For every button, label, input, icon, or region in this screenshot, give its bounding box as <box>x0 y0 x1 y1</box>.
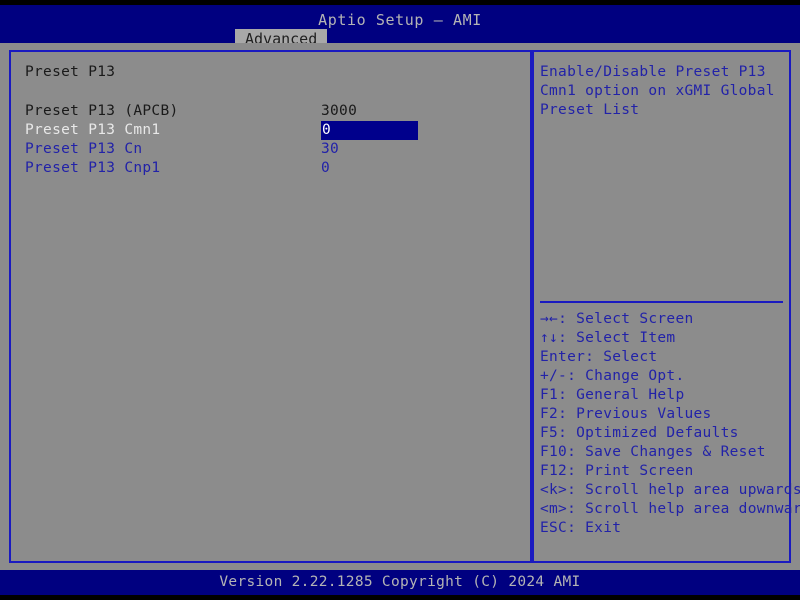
key-action: : Select Item <box>558 330 675 346</box>
setting-row[interactable]: Preset P13 Cmn1 0 <box>11 121 530 140</box>
key-legend-row: F2: Previous Values <box>540 405 790 424</box>
key-glyph: ↑↓ <box>540 330 558 346</box>
bottom-border <box>0 595 800 600</box>
key-legend-row: F10: Save Changes & Reset <box>540 443 790 462</box>
key-legend-row: <m>: Scroll help area downwards <box>540 500 790 519</box>
setting-label: Preset P13 Cmn1 <box>25 121 160 140</box>
settings-list: Preset P13 (APCB)3000Preset P13 Cmn10Pre… <box>11 102 530 178</box>
setting-label: Preset P13 Cnp1 <box>25 159 160 178</box>
setting-row[interactable]: Preset P13 (APCB) 3000 <box>11 102 530 121</box>
key-glyph: +/- <box>540 368 567 384</box>
key-legend: →←: Select Screen↑↓: Select ItemEnter: S… <box>540 310 790 538</box>
key-glyph: ESC <box>540 520 567 536</box>
setting-value[interactable]: 30 <box>321 140 339 159</box>
key-action: : General Help <box>558 387 684 403</box>
key-glyph: F1 <box>540 387 558 403</box>
key-legend-row: →←: Select Screen <box>540 310 790 329</box>
key-action: : Change Opt. <box>567 368 684 384</box>
help-panel: Enable/Disable Preset P13 Cmn1 option on… <box>532 50 791 563</box>
key-legend-row: <k>: Scroll help area upwards <box>540 481 790 500</box>
key-glyph: F12 <box>540 463 567 479</box>
key-glyph: <k> <box>540 482 567 498</box>
key-glyph: Enter <box>540 349 585 365</box>
key-legend-row: F5: Optimized Defaults <box>540 424 790 443</box>
page-title: Aptio Setup – AMI <box>0 11 800 29</box>
section-title: Preset P13 <box>25 64 115 80</box>
footer-bar: Version 2.22.1285 Copyright (C) 2024 AMI <box>0 570 800 595</box>
help-separator <box>540 301 783 303</box>
key-legend-row: +/-: Change Opt. <box>540 367 790 386</box>
setting-label: Preset P13 Cn <box>25 140 142 159</box>
version-text: Version 2.22.1285 Copyright (C) 2024 AMI <box>0 574 800 590</box>
key-legend-row: F1: General Help <box>540 386 790 405</box>
key-legend-row: F12: Print Screen <box>540 462 790 481</box>
key-glyph: F5 <box>540 425 558 441</box>
setting-value[interactable]: 0 <box>321 159 330 178</box>
help-text: Enable/Disable Preset P13 Cmn1 option on… <box>540 63 786 120</box>
key-legend-row: Enter: Select <box>540 348 790 367</box>
key-action: : Select <box>585 349 657 365</box>
bios-setup-screen: Aptio Setup – AMI Advanced Preset P13 Pr… <box>0 0 800 600</box>
setting-value[interactable]: 3000 <box>321 102 357 121</box>
setting-value[interactable]: 0 <box>321 121 418 140</box>
key-action: : Exit <box>567 520 621 536</box>
key-action: : Optimized Defaults <box>558 425 739 441</box>
title-bar: Aptio Setup – AMI Advanced <box>0 5 800 43</box>
key-legend-row: ESC: Exit <box>540 519 790 538</box>
setting-label: Preset P13 (APCB) <box>25 102 179 121</box>
key-legend-row: ↑↓: Select Item <box>540 329 790 348</box>
setting-row[interactable]: Preset P13 Cnp1 0 <box>11 159 530 178</box>
key-glyph: F10 <box>540 444 567 460</box>
key-action: : Previous Values <box>558 406 712 422</box>
key-action: : Print Screen <box>567 463 693 479</box>
key-glyph: F2 <box>540 406 558 422</box>
settings-panel: Preset P13 Preset P13 (APCB)3000Preset P… <box>9 50 532 563</box>
key-action: : Scroll help area downwards <box>567 501 800 517</box>
setting-row[interactable]: Preset P13 Cn 30 <box>11 140 530 159</box>
key-glyph: →← <box>540 311 558 327</box>
key-action: : Select Screen <box>558 311 693 327</box>
key-glyph: <m> <box>540 501 567 517</box>
key-action: : Save Changes & Reset <box>567 444 766 460</box>
key-action: : Scroll help area upwards <box>567 482 800 498</box>
